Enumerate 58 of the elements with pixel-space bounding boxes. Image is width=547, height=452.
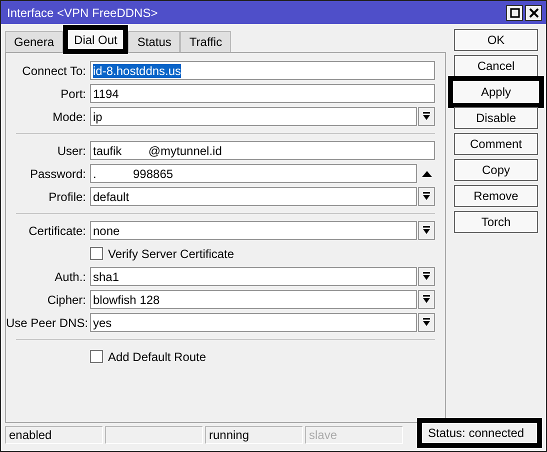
- close-icon: [528, 8, 538, 18]
- dropdown-field[interactable]: none: [90, 221, 417, 240]
- checkbox[interactable]: [90, 247, 103, 260]
- dialog-button[interactable]: Copy: [454, 159, 538, 181]
- maximize-button[interactable]: [506, 4, 523, 20]
- down-arrow-icon: [422, 272, 431, 281]
- dropdown-button[interactable]: [418, 267, 435, 286]
- status-cell: running: [205, 426, 303, 444]
- down-arrow-icon: [422, 192, 431, 201]
- close-button[interactable]: [525, 4, 542, 20]
- field-label: Certificate:: [28, 224, 87, 238]
- dropdown-field[interactable]: default: [90, 187, 417, 206]
- tab[interactable]: Genera: [5, 31, 64, 52]
- field-label: Connect To:: [21, 64, 87, 78]
- checkbox[interactable]: [90, 350, 103, 363]
- dropdown-button[interactable]: [418, 187, 435, 206]
- down-arrow-icon: [422, 226, 431, 235]
- tab[interactable]: Traffic: [180, 31, 232, 52]
- input-field[interactable]: . 998865: [90, 164, 417, 183]
- tab[interactable]: Status: [128, 31, 180, 52]
- dropdown-button[interactable]: [418, 313, 435, 332]
- dialog-button[interactable]: Remove: [454, 185, 538, 207]
- field-label: Profile:: [48, 190, 87, 204]
- dropdown-field[interactable]: yes: [90, 313, 417, 332]
- dropdown-field[interactable]: sha1: [90, 267, 417, 286]
- input-field[interactable]: taufik @mytunnel.id: [90, 141, 435, 160]
- maximize-icon: [510, 8, 520, 18]
- tab[interactable]: Dial Out: [63, 25, 128, 54]
- field-label: Use Peer DNS:: [6, 316, 90, 330]
- down-arrow-icon: [422, 112, 431, 121]
- dialog-button[interactable]: Disable: [454, 107, 538, 129]
- input-field[interactable]: 1194: [90, 84, 435, 103]
- field-label: Password:: [28, 166, 87, 180]
- dropdown-button[interactable]: [418, 221, 435, 240]
- field-label: Auth.:: [54, 270, 87, 284]
- dialog-button[interactable]: OK: [454, 29, 538, 51]
- dialog-button[interactable]: Comment: [454, 133, 538, 155]
- dropdown-button[interactable]: [418, 290, 435, 309]
- dialog-button[interactable]: Apply: [448, 76, 544, 108]
- checkbox-label: Add Default Route: [108, 350, 206, 364]
- dropdown-field[interactable]: blowfish 128: [90, 290, 417, 309]
- field-label: User:: [56, 144, 87, 158]
- dropdown-button[interactable]: [418, 107, 435, 126]
- down-arrow-icon: [422, 318, 431, 327]
- dialog-button[interactable]: Cancel: [454, 55, 538, 77]
- up-triangle-icon: [422, 170, 432, 176]
- field-label: Cipher:: [46, 292, 87, 306]
- dropdown-field[interactable]: ip: [90, 107, 417, 126]
- status-cell: Status: connected: [417, 418, 542, 448]
- down-arrow-icon: [422, 295, 431, 304]
- window-title: Interface <VPN FreeDDNS>: [7, 6, 158, 20]
- status-cell: enabled: [5, 426, 103, 444]
- status-cell: slave: [305, 426, 403, 444]
- checkbox-label: Verify Server Certificate: [108, 246, 234, 260]
- field-label: Mode:: [52, 110, 87, 124]
- field-label: Port:: [60, 86, 87, 100]
- dialog-button[interactable]: Torch: [454, 211, 538, 233]
- input-field[interactable]: id-8.hostddns.us: [90, 61, 435, 80]
